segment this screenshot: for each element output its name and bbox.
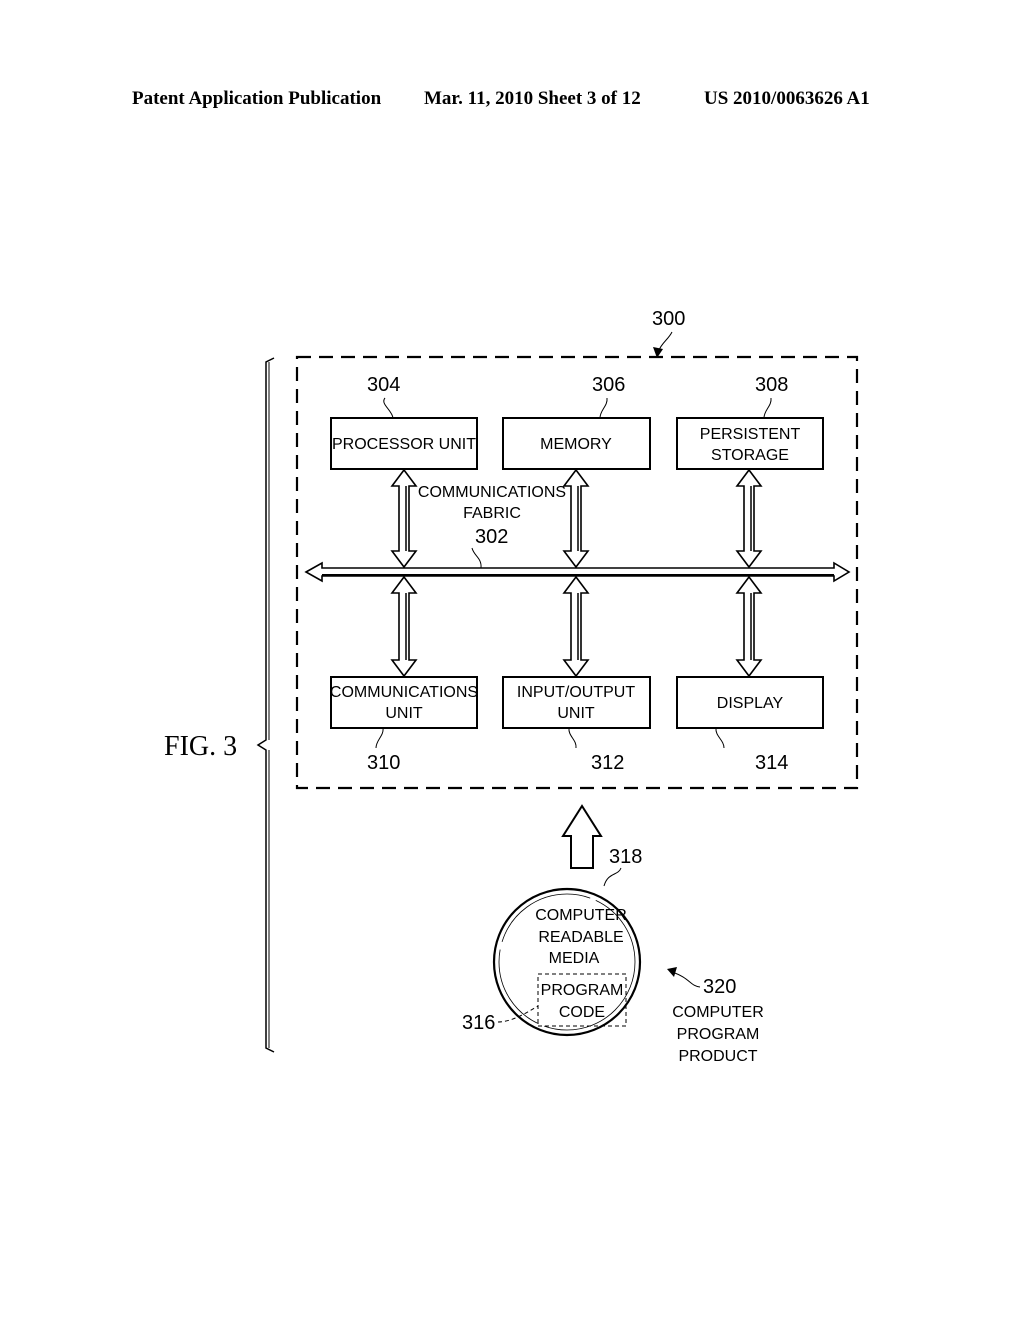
figure-label: FIG. 3 [164, 731, 237, 762]
block-persistent-storage: PERSISTENT STORAGE 308 [676, 374, 824, 470]
arrowhead-320 [667, 967, 677, 977]
svg-text:INPUT/OUTPUT: INPUT/OUTPUT [517, 684, 635, 701]
arrow-memory-to-bus [562, 468, 590, 569]
svg-text:UNIT: UNIT [385, 705, 423, 722]
svg-text:READABLE: READABLE [538, 929, 623, 946]
ref-316: 316 [462, 1012, 495, 1034]
ref-312: 312 [591, 752, 624, 774]
ref-304: 304 [367, 374, 400, 396]
leader-320 [671, 971, 701, 988]
load-arrow-up [561, 804, 603, 869]
fabric-label-line1: COMMUNICATIONS [418, 484, 566, 501]
figure-brace [256, 357, 275, 1053]
ref-320: 320 [703, 976, 736, 998]
leader-318 [603, 867, 622, 887]
ref-310: 310 [367, 752, 400, 774]
block-display: DISPLAY 314 [676, 676, 824, 774]
ref-306: 306 [592, 374, 625, 396]
ref-300: 300 [652, 308, 685, 330]
arrow-bus-to-display [735, 575, 763, 678]
product-label-line2: PROGRAM [677, 1026, 760, 1043]
fabric-label-line2: FABRIC [463, 505, 521, 522]
ref-314: 314 [755, 752, 788, 774]
block-input-output-unit: INPUT/OUTPUT UNIT 312 [502, 676, 651, 774]
arrow-storage-to-bus [735, 468, 763, 569]
product-label-line3: PRODUCT [678, 1048, 757, 1065]
svg-text:COMMUNICATIONS: COMMUNICATIONS [330, 684, 478, 701]
arrow-processor-to-bus [390, 468, 418, 569]
block-processor-unit: PROCESSOR UNIT 304 [330, 374, 478, 470]
svg-text:PROCESSOR UNIT: PROCESSOR UNIT [332, 436, 476, 453]
svg-text:UNIT: UNIT [557, 705, 595, 722]
ref-302: 302 [475, 526, 508, 548]
svg-text:CODE: CODE [559, 1004, 605, 1021]
leader-302 [471, 547, 482, 569]
product-label-line1: COMPUTER [672, 1004, 764, 1021]
block-communications-unit: COMMUNICATIONS UNIT 310 [330, 676, 478, 774]
ref-318: 318 [609, 846, 642, 868]
block-memory: MEMORY 306 [502, 374, 651, 470]
svg-text:DISPLAY: DISPLAY [717, 695, 784, 712]
svg-text:PERSISTENT: PERSISTENT [700, 426, 801, 443]
svg-text:MEMORY: MEMORY [540, 436, 612, 453]
svg-text:PROGRAM: PROGRAM [541, 982, 624, 999]
figure-3-diagram: FIG. 3 300 PROCESSOR UNIT 304 MEMORY 306… [164, 308, 859, 1065]
arrow-bus-to-communications [390, 575, 418, 678]
svg-text:MEDIA: MEDIA [549, 950, 600, 967]
arrow-bus-to-io [562, 575, 590, 678]
ref-308: 308 [755, 374, 788, 396]
svg-text:COMPUTER: COMPUTER [535, 907, 627, 924]
svg-text:STORAGE: STORAGE [711, 447, 789, 464]
